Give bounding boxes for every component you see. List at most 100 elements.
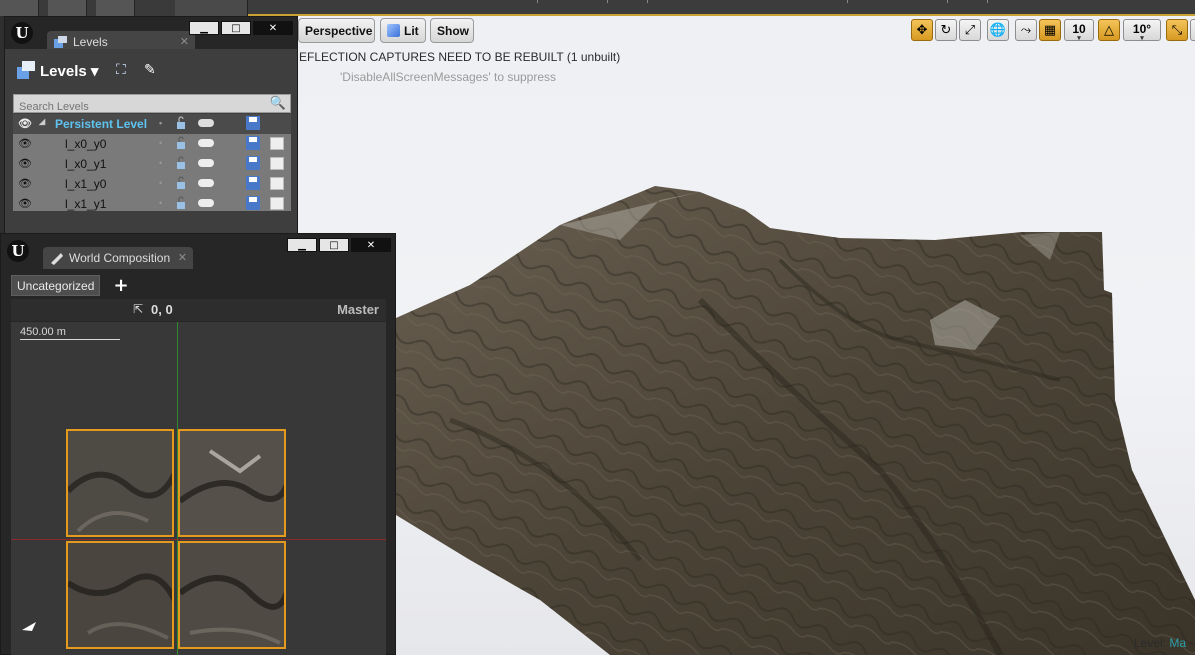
level-color-swatch[interactable] <box>270 137 284 150</box>
gamepad-icon[interactable] <box>198 138 214 148</box>
category-dropdown[interactable]: Uncategorized <box>11 275 101 296</box>
level-tile[interactable] <box>66 541 174 649</box>
gamepad-icon[interactable] <box>198 158 214 168</box>
lit-button[interactable]: Lit <box>380 18 426 43</box>
toolbar-button-4[interactable] <box>175 0 248 16</box>
scale-bar <box>20 339 120 340</box>
minimize-button[interactable]: ▁ <box>287 238 317 252</box>
level-name: l_x0_y0 <box>65 137 107 151</box>
rotate-icon[interactable]: ↻ <box>935 19 957 41</box>
more-icon[interactable] <box>1190 19 1195 41</box>
world-composition-status-bar: ⇱ 0, 0 Master <box>11 299 386 321</box>
current-level-info: Level: Ma <box>1134 636 1186 650</box>
toolbar-button-3[interactable] <box>96 0 135 16</box>
world-composition-map[interactable]: 450.00 m <box>11 322 386 655</box>
level-name: l_x0_y1 <box>65 157 107 171</box>
level-tile[interactable] <box>178 429 286 537</box>
minimize-button[interactable]: ▁ <box>189 21 219 35</box>
toolbar-button-1[interactable] <box>0 0 39 16</box>
gamepad-icon[interactable] <box>198 118 214 128</box>
search-icon[interactable]: 🔍 <box>270 96 286 111</box>
level-dot: • <box>159 118 163 128</box>
cursor-coordinates-icon: ⇱ <box>133 302 144 316</box>
show-button[interactable]: Show <box>430 18 474 43</box>
search-levels-box[interactable]: 🔍 <box>13 94 291 116</box>
levels-window-buttons: ▁ □ ✕ <box>189 21 293 35</box>
maximize-button[interactable]: □ <box>221 21 251 35</box>
scale-label: 450.00 m <box>20 326 66 338</box>
world-composition-tab-close-icon[interactable]: ✕ <box>178 251 187 264</box>
lit-label: Lit <box>404 23 419 38</box>
grid-snap-value[interactable]: 10 <box>1064 19 1094 42</box>
suppress-hint: 'DisableAllScreenMessages' to suppress <box>340 70 557 84</box>
close-button[interactable]: ✕ <box>351 238 391 252</box>
save-icon[interactable] <box>246 176 260 190</box>
levels-tab-label: Levels <box>73 35 108 49</box>
world-local-icon[interactable]: 🌐 <box>987 19 1009 41</box>
rotation-snap-value-label: 10° <box>1132 22 1152 36</box>
maximize-button[interactable]: □ <box>319 238 349 252</box>
translate-icon[interactable]: ✥ <box>911 19 933 41</box>
visibility-eye-icon[interactable]: 👁 <box>18 137 32 150</box>
level-row[interactable]: 👁 l_x1_y0 • <box>13 174 291 194</box>
save-icon[interactable] <box>246 136 260 150</box>
levels-header: Levels ▾ ⛶ ✎ <box>12 57 290 87</box>
toolbar-button-2[interactable] <box>48 0 87 16</box>
level-dot: • <box>159 138 163 148</box>
grid-snap-value-label: 10 <box>1072 22 1086 36</box>
add-category-button[interactable]: + <box>111 275 131 296</box>
main-toolbar <box>0 0 248 16</box>
visibility-eye-icon[interactable]: 👁 <box>18 117 32 130</box>
level-tile[interactable] <box>66 429 174 537</box>
lit-cube-icon <box>387 24 400 37</box>
add-level-icon[interactable]: ✎ <box>144 62 156 78</box>
lock-icon[interactable] <box>175 156 187 170</box>
level-color-swatch[interactable] <box>270 157 284 170</box>
gamepad-icon[interactable] <box>198 198 214 208</box>
levels-tab-close-icon[interactable]: ✕ <box>180 35 189 48</box>
cursor-coordinates: 0, 0 <box>151 302 173 317</box>
visibility-eye-icon[interactable]: 👁 <box>18 157 32 170</box>
level-info-value: Ma <box>1169 636 1187 650</box>
world-composition-tab-icon <box>51 253 63 265</box>
level-row[interactable]: 👁 l_x0_y1 • <box>13 154 291 174</box>
summon-levels-icon[interactable]: ⛶ <box>116 62 126 78</box>
level-color-swatch[interactable] <box>270 197 284 210</box>
viewport-top-strip <box>247 0 1195 16</box>
tile-thumbnail <box>68 431 172 535</box>
expand-triangle-icon[interactable]: ◢ <box>39 117 45 126</box>
save-icon[interactable] <box>246 196 260 210</box>
perspective-button[interactable]: Perspective <box>298 18 375 43</box>
tile-thumbnail <box>68 543 172 647</box>
save-icon[interactable] <box>246 116 260 130</box>
level-name: l_x1_y0 <box>65 177 107 191</box>
scale-icon[interactable]: ⤢ <box>959 19 981 41</box>
level-row[interactable]: 👁 l_x0_y0 • <box>13 134 291 154</box>
level-tile[interactable] <box>178 541 286 649</box>
save-icon[interactable] <box>246 156 260 170</box>
grid-snap-icon[interactable]: ▦ <box>1039 19 1061 41</box>
scale-snap-icon[interactable]: ⤡ <box>1166 19 1188 41</box>
lock-icon[interactable] <box>175 116 187 130</box>
level-info-label: Level: <box>1134 636 1167 650</box>
rotation-snap-icon[interactable]: △ <box>1098 19 1120 41</box>
lock-icon[interactable] <box>175 136 187 150</box>
level-row-persistent[interactable]: 👁 ◢ Persistent Level • <box>13 114 291 134</box>
lock-icon[interactable] <box>175 196 187 210</box>
show-label: Show <box>437 23 469 38</box>
tab-world-composition[interactable]: World Composition ✕ <box>43 247 193 269</box>
rotation-snap-value[interactable]: 10° <box>1123 19 1161 42</box>
levels-header-label[interactable]: Levels ▾ <box>40 62 98 80</box>
level-row[interactable]: 👁 l_x1_y1 • <box>13 194 291 214</box>
gamepad-icon[interactable] <box>198 178 214 188</box>
surface-snap-icon[interactable]: ⤳ <box>1015 19 1037 41</box>
close-button[interactable]: ✕ <box>253 21 293 35</box>
level-color-swatch[interactable] <box>270 177 284 190</box>
visibility-eye-icon[interactable]: 👁 <box>18 197 32 210</box>
levels-dropdown-icon[interactable] <box>16 60 36 80</box>
level-name: Persistent Level <box>55 117 148 131</box>
lock-icon[interactable] <box>175 176 187 190</box>
perspective-label: Perspective <box>305 23 373 38</box>
level-dot: • <box>159 158 163 168</box>
visibility-eye-icon[interactable]: 👁 <box>18 177 32 190</box>
